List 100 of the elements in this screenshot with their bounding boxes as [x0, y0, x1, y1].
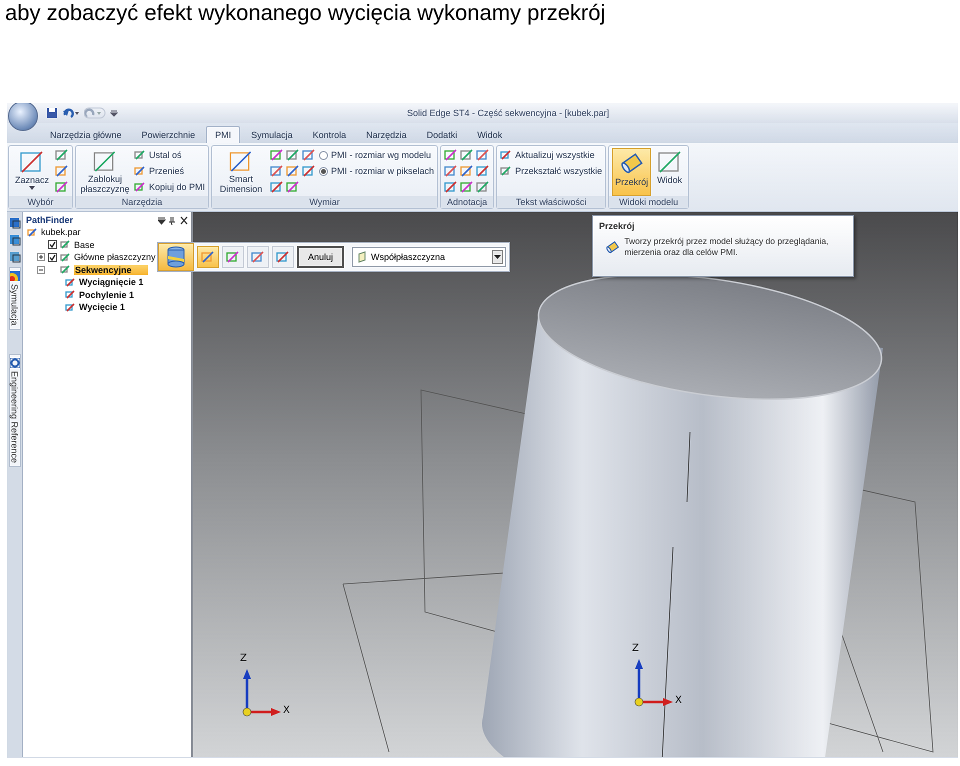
ribbon-button[interactable]: Widok [654, 148, 686, 196]
ribbon-tool-button[interactable] [270, 148, 284, 162]
side-tab[interactable]: Symulacja [8, 267, 20, 330]
ribbon-tab[interactable]: Narzędzia [357, 126, 416, 143]
tool-icon [27, 226, 38, 238]
ribbon-tool-button[interactable] [460, 148, 474, 162]
tree-item[interactable]: Base [23, 238, 95, 251]
axis-label: Z [632, 643, 639, 654]
ribbon-button[interactable]: Przekształć wszystkie [500, 164, 602, 178]
panel-icon[interactable] [8, 216, 20, 229]
ribbon-tool-button[interactable] [270, 180, 284, 194]
tool-icon [476, 148, 490, 162]
tool-icon [302, 148, 316, 162]
ribbon-button[interactable]: Zablokuj płaszczyznę [79, 148, 131, 196]
cancel-button[interactable]: Anuluj [297, 246, 344, 268]
tree-item[interactable]: Główne płaszczyzny [23, 251, 156, 264]
tool-icon [65, 289, 76, 300]
tool-icon [270, 164, 284, 178]
ribbon-tool-button[interactable] [302, 164, 316, 178]
plus-icon [38, 254, 44, 260]
option-button[interactable] [197, 246, 219, 268]
ribbon-button[interactable]: Aktualizuj wszystkie [500, 148, 602, 162]
radio-button[interactable]: PMI - rozmiar w pikselach [319, 164, 434, 178]
ribbon-tool-button[interactable] [55, 148, 69, 162]
option-button[interactable] [247, 246, 269, 268]
tool-icon [229, 150, 254, 173]
tool-icon [226, 250, 240, 264]
tool-icon [476, 180, 490, 194]
tool-icon [60, 239, 71, 250]
undo-icon[interactable] [62, 107, 80, 119]
ribbon-button[interactable]: Przekrój [612, 148, 652, 196]
minus-icon [38, 266, 44, 273]
ribbon-tab[interactable]: Dodatki [418, 126, 466, 143]
ribbon-button[interactable]: Zaznacz [12, 148, 52, 196]
caption: aby zobaczyć efekt wykonanego wycięcia wykonamy przekrój [4, 0, 606, 26]
axis-label: X [675, 695, 682, 706]
tree-item[interactable]: Pochylenie 1 [23, 288, 134, 301]
checkbox[interactable] [48, 252, 57, 262]
group-label: Tekst właściwości [497, 196, 606, 208]
ribbon-button[interactable]: Smart Dimension [215, 148, 268, 196]
plane-dropdown[interactable]: Współpłaszczyzna [352, 247, 506, 267]
ribbon-button[interactable]: Przenieś [134, 164, 206, 178]
ribbon-tool-button[interactable] [55, 164, 69, 178]
ribbon-tab[interactable]: Symulacja [242, 126, 302, 143]
axis-label: X [283, 705, 290, 716]
radio-button[interactable]: PMI - rozmiar wg modelu [319, 148, 434, 162]
save-icon[interactable] [46, 107, 58, 119]
ribbon-button[interactable]: Ustal oś [134, 148, 206, 162]
checkbox[interactable] [48, 240, 57, 250]
tool-icon [444, 148, 458, 162]
tool-icon [60, 264, 71, 276]
tool-icon [134, 165, 146, 177]
option-button[interactable] [222, 246, 244, 268]
application-button[interactable] [8, 103, 38, 131]
tool-icon [134, 181, 146, 193]
ribbon-tab[interactable]: Widok [468, 126, 512, 143]
side-tab[interactable]: Engineering Reference [8, 354, 20, 467]
collapse-toggle[interactable] [37, 266, 45, 274]
section-tool-button[interactable] [158, 243, 194, 271]
ribbon-tool-button[interactable] [460, 180, 474, 194]
tool-icon [134, 149, 146, 161]
ribbon-tool-button[interactable] [460, 164, 474, 178]
gear-icon [10, 358, 20, 368]
tool-icon [500, 149, 512, 161]
ribbon-tool-button[interactable] [476, 148, 490, 162]
ribbon-tool-button[interactable] [270, 164, 284, 178]
option-button[interactable] [272, 246, 294, 268]
tree-item[interactable]: Wyciągnięcie 1 [23, 276, 144, 288]
ribbon-tool-button[interactable] [286, 164, 300, 178]
tool-icon [286, 164, 300, 178]
tool-icon [444, 164, 458, 178]
ribbon-tab[interactable]: Narzędzia główne [41, 126, 131, 143]
tree-item[interactable]: kubek.par [23, 226, 81, 238]
tool-icon [658, 150, 682, 174]
ribbon-tool-button[interactable] [476, 164, 490, 178]
panel-controls-icon[interactable] [158, 216, 188, 224]
tool-icon [201, 250, 215, 264]
ribbon-tool-button[interactable] [444, 148, 458, 162]
expand-toggle[interactable] [37, 253, 45, 262]
ribbon-button[interactable]: Kopiuj do PMI [134, 180, 206, 194]
tree-item[interactable]: Sekwencyjne [23, 264, 148, 276]
customize-caret-icon[interactable] [110, 109, 118, 117]
panel-icon[interactable] [8, 250, 20, 263]
ribbon-tab[interactable]: PMI [206, 126, 240, 143]
tool-icon [460, 180, 474, 194]
ribbon-tool-button[interactable] [55, 180, 69, 194]
tool-icon [460, 148, 474, 162]
ribbon-tool-button[interactable] [444, 164, 458, 178]
ribbon-tool-button[interactable] [286, 148, 300, 162]
tree-item[interactable]: Wycięcie 1 [23, 301, 125, 314]
ribbon-tool-button[interactable] [302, 148, 316, 162]
ribbon-tool-button[interactable] [444, 180, 458, 194]
tool-icon [251, 250, 265, 264]
ribbon-tab[interactable]: Kontrola [304, 126, 356, 143]
tooltip-text: Tworzy przekrój przez model służący do przeglądania, mierzenia oraz dla celów PMI. [624, 236, 830, 258]
ribbon-tab[interactable]: Powierzchnie [132, 126, 204, 143]
panel-icon[interactable] [8, 233, 20, 246]
ribbon-tool-button[interactable] [286, 180, 300, 194]
ribbon-tool-button[interactable] [476, 180, 490, 194]
tool-icon [65, 302, 76, 313]
